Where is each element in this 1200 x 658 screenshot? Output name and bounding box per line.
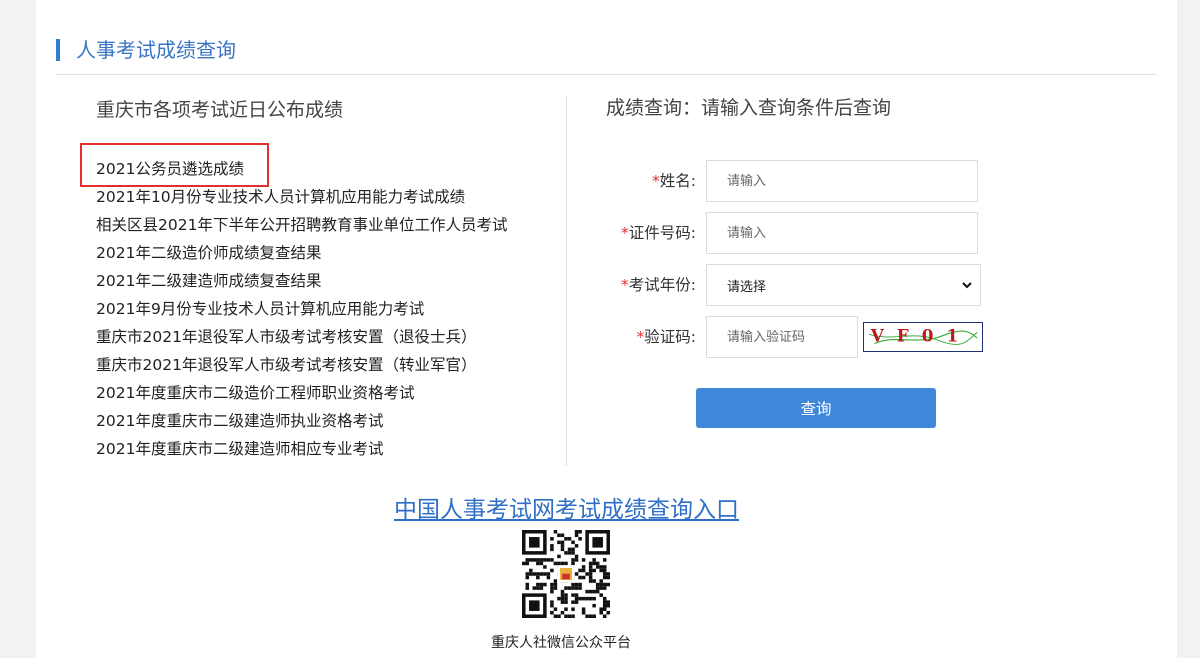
form-title: 成绩查询：请输入查询条件后查询	[606, 97, 892, 119]
captcha-image[interactable]: VF01	[863, 322, 983, 352]
name-row: *姓名:	[596, 160, 696, 202]
notice-item[interactable]: 2021年度重庆市二级造价工程师职业资格考试	[96, 379, 507, 407]
name-input[interactable]	[706, 160, 978, 202]
header-divider	[56, 74, 1157, 75]
exam-portal-link[interactable]: 中国人事考试网考试成绩查询入口	[394, 494, 739, 526]
notice-item[interactable]: 2021年二级造价师成绩复查结果	[96, 239, 507, 267]
name-label-text: 姓名:	[659, 172, 696, 190]
exam-year-select[interactable]: 请选择	[706, 264, 981, 306]
highlight-box	[80, 143, 269, 187]
notice-item[interactable]: 2021年二级建造师成绩复查结果	[96, 267, 507, 295]
notice-item[interactable]: 相关区县2021年下半年公开招聘教育事业单位工作人员考试	[96, 211, 507, 239]
captcha-text: VF01	[870, 326, 972, 346]
id-number-input[interactable]	[706, 212, 978, 254]
id-label: *证件号码:	[568, 212, 696, 254]
notice-item[interactable]: 2021年度重庆市二级建造师相应专业考试	[96, 435, 507, 463]
wechat-qr-code	[522, 530, 610, 618]
required-mark: *	[652, 172, 660, 190]
captcha-row: *验证码:	[568, 316, 696, 358]
notice-item[interactable]: 重庆市2021年退役军人市级考试考核安置（退役士兵）	[96, 323, 507, 351]
captcha-label: *验证码:	[568, 316, 696, 358]
notice-item[interactable]: 2021年9月份专业技术人员计算机应用能力考试	[96, 295, 507, 323]
exam-year-selected-value: 请选择	[727, 279, 767, 295]
name-label: *姓名:	[596, 160, 696, 202]
query-button[interactable]: 查询	[696, 388, 936, 428]
section-accent-bar	[56, 39, 60, 61]
main-panel: 人事考试成绩查询 重庆市各项考试近日公布成绩 2021公务员遴选成绩 2021年1…	[36, 0, 1177, 658]
year-row: *考试年份:	[568, 264, 696, 306]
id-row: *证件号码:	[568, 212, 696, 254]
captcha-input[interactable]	[706, 316, 858, 358]
year-label-text: 考试年份:	[628, 276, 696, 294]
section-title: 人事考试成绩查询	[76, 38, 236, 62]
year-label: *考试年份:	[568, 264, 696, 306]
notice-item[interactable]: 2021年10月份专业技术人员计算机应用能力考试成绩	[96, 183, 507, 211]
notice-item[interactable]: 2021年度重庆市二级建造师执业资格考试	[96, 407, 507, 435]
qr-caption: 重庆人社微信公众平台	[491, 635, 631, 651]
notice-list-title: 重庆市各项考试近日公布成绩	[96, 99, 344, 121]
notice-item[interactable]: 重庆市2021年退役军人市级考试考核安置（转业军官）	[96, 351, 507, 379]
id-label-text: 证件号码:	[628, 224, 696, 242]
required-mark: *	[621, 224, 629, 242]
section-header: 人事考试成绩查询	[56, 36, 236, 64]
captcha-label-text: 验证码:	[644, 328, 696, 346]
notice-list: 2021公务员遴选成绩 2021年10月份专业技术人员计算机应用能力考试成绩 相关区…	[96, 155, 507, 463]
vertical-divider	[566, 96, 567, 466]
chevron-down-icon	[962, 282, 972, 289]
required-mark: *	[621, 276, 629, 294]
